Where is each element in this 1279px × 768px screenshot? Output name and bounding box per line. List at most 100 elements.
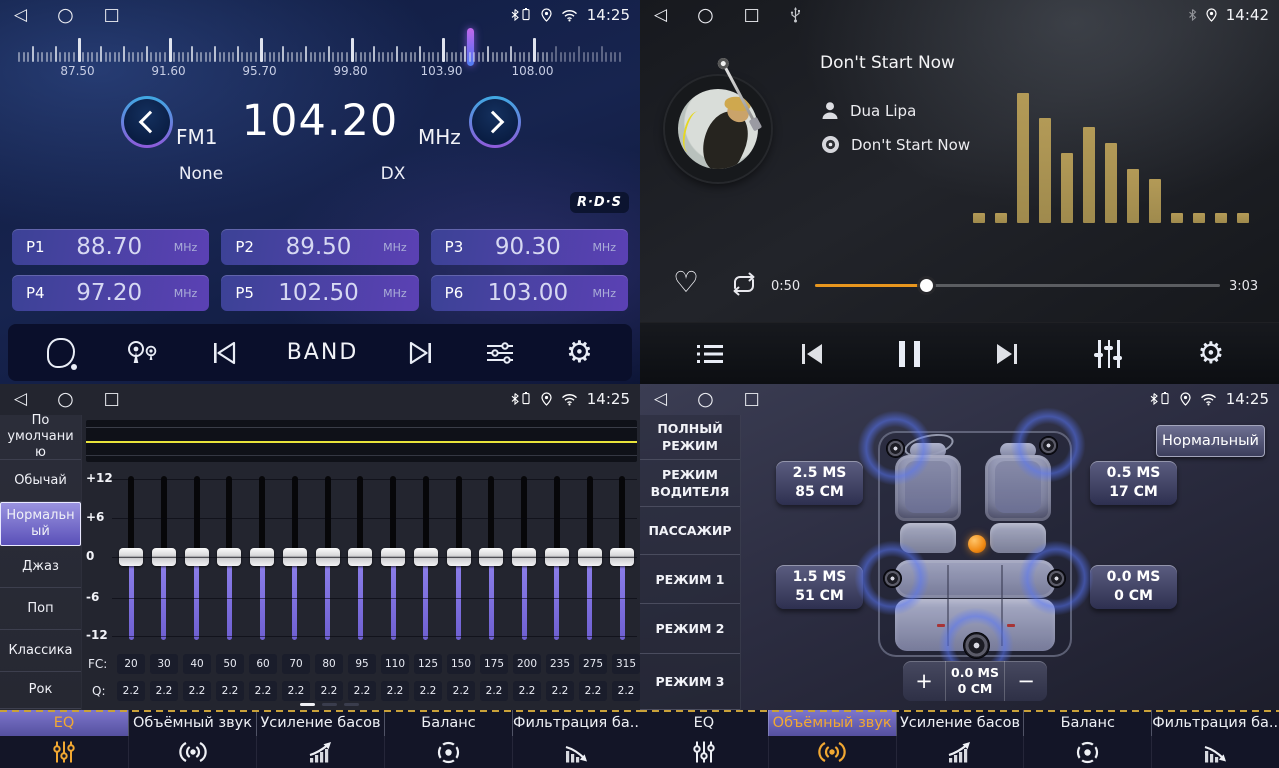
settings-gear-icon[interactable]: ⚙ xyxy=(566,338,593,368)
eq-band-slider[interactable] xyxy=(151,474,177,644)
tab-item[interactable]: Фильтрация ба... xyxy=(512,710,640,768)
tuner-dial[interactable] xyxy=(14,34,626,64)
q-value-chip[interactable]: 2.2 xyxy=(480,681,508,701)
eq-preset-item[interactable]: Джаз xyxy=(0,546,81,588)
eq-preset-item[interactable]: Рок xyxy=(0,672,81,709)
eq-band-slider[interactable] xyxy=(282,474,308,644)
fc-value-chip[interactable]: 70 xyxy=(282,654,310,674)
eq-band-slider[interactable] xyxy=(184,474,210,644)
preset-button[interactable]: P390.30MHz xyxy=(431,229,628,265)
tab-item[interactable]: Объёмный звук xyxy=(768,710,896,768)
listening-mode-item[interactable]: РЕЖИМ ВОДИТЕЛЯ xyxy=(640,460,740,507)
decrease-delay-button[interactable]: − xyxy=(1005,661,1047,701)
tab-item[interactable]: Объёмный звук xyxy=(128,710,256,768)
equalizer-button[interactable] xyxy=(1094,340,1124,368)
preset-button[interactable]: P5102.50MHz xyxy=(221,275,418,311)
listening-position-marker[interactable] xyxy=(968,535,986,553)
listening-mode-item[interactable]: РЕЖИМ 3 xyxy=(640,654,740,710)
recents-icon[interactable]: □ xyxy=(744,384,760,414)
fc-value-chip[interactable]: 80 xyxy=(315,654,343,674)
fc-value-chip[interactable]: 125 xyxy=(414,654,442,674)
tab-item[interactable]: Баланс xyxy=(1023,710,1151,768)
eq-band-slider[interactable] xyxy=(347,474,373,644)
eq-band-slider[interactable] xyxy=(478,474,504,644)
home-icon[interactable]: ○ xyxy=(697,384,714,414)
repeat-button[interactable] xyxy=(728,271,760,297)
pause-button[interactable] xyxy=(899,341,920,367)
fc-value-chip[interactable]: 150 xyxy=(447,654,475,674)
q-value-chip[interactable]: 2.2 xyxy=(447,681,475,701)
q-value-chip[interactable]: 2.2 xyxy=(249,681,277,701)
listening-mode-item[interactable]: РЕЖИМ 1 xyxy=(640,555,740,604)
front-left-delay-button[interactable]: 2.5 MS 85 CM xyxy=(776,461,863,505)
q-value-chip[interactable]: 2.2 xyxy=(381,681,409,701)
fc-value-chip[interactable]: 95 xyxy=(348,654,376,674)
home-icon[interactable]: ○ xyxy=(57,384,74,414)
eq-band-slider[interactable] xyxy=(609,474,635,644)
eq-preset-item[interactable]: Нормальный xyxy=(0,502,81,546)
tab-item[interactable]: Баланс xyxy=(384,710,512,768)
rear-left-delay-button[interactable]: 1.5 MS 51 CM xyxy=(776,565,863,609)
back-icon[interactable]: ◁ xyxy=(654,384,667,414)
listening-mode-item[interactable]: РЕЖИМ 2 xyxy=(640,604,740,654)
increase-delay-button[interactable]: + xyxy=(903,661,945,701)
listening-mode-item[interactable]: ПАССАЖИР xyxy=(640,507,740,555)
eq-preset-item[interactable]: По умолчанию xyxy=(0,415,81,460)
eq-band-slider[interactable] xyxy=(511,474,537,644)
tune-up-button[interactable] xyxy=(469,96,521,148)
fc-value-chip[interactable]: 200 xyxy=(513,654,541,674)
q-value-chip[interactable]: 2.2 xyxy=(612,681,640,701)
fc-value-chip[interactable]: 40 xyxy=(183,654,211,674)
playlist-button[interactable] xyxy=(695,342,725,366)
previous-track-button[interactable] xyxy=(798,341,826,367)
q-value-chip[interactable]: 2.2 xyxy=(216,681,244,701)
favorite-button[interactable]: ♡ xyxy=(673,268,699,297)
seek-bar[interactable] xyxy=(815,284,1220,287)
album-art[interactable] xyxy=(665,76,771,182)
eq-band-slider[interactable] xyxy=(380,474,406,644)
q-value-chip[interactable]: 2.2 xyxy=(150,681,178,701)
preset-button[interactable]: P6103.00MHz xyxy=(431,275,628,311)
eq-band-slider[interactable] xyxy=(249,474,275,644)
tab-item[interactable]: Фильтрация ба... xyxy=(1151,710,1279,768)
seek-previous-button[interactable] xyxy=(211,341,237,365)
fc-value-chip[interactable]: 20 xyxy=(117,654,145,674)
home-icon[interactable]: ○ xyxy=(697,0,714,30)
preset-button[interactable]: P497.20MHz xyxy=(12,275,209,311)
home-icon[interactable]: ○ xyxy=(57,0,74,30)
broadcast-button[interactable] xyxy=(125,339,161,367)
tab-item[interactable]: EQ xyxy=(0,710,128,768)
fc-value-chip[interactable]: 275 xyxy=(579,654,607,674)
tab-item[interactable]: Усиление басов xyxy=(256,710,384,768)
recents-icon[interactable]: □ xyxy=(104,0,120,30)
eq-band-slider[interactable] xyxy=(216,474,242,644)
rear-left-speaker-icon[interactable] xyxy=(883,569,902,588)
eq-band-slider[interactable] xyxy=(315,474,341,644)
subwoofer-icon[interactable] xyxy=(963,632,990,659)
preset-button[interactable]: P289.50MHz xyxy=(221,229,418,265)
audio-settings-button[interactable] xyxy=(484,340,516,366)
front-left-speaker-icon[interactable] xyxy=(886,439,905,458)
tab-item[interactable]: EQ xyxy=(640,710,768,768)
q-value-chip[interactable]: 2.2 xyxy=(579,681,607,701)
q-value-chip[interactable]: 2.2 xyxy=(117,681,145,701)
seek-next-button[interactable] xyxy=(408,341,434,365)
eq-preset-item[interactable]: Классика xyxy=(0,630,81,672)
eq-band-slider[interactable] xyxy=(544,474,570,644)
eq-band-slider[interactable] xyxy=(446,474,472,644)
q-value-chip[interactable]: 2.2 xyxy=(513,681,541,701)
eq-preset-item[interactable]: Поп xyxy=(0,588,81,630)
recents-icon[interactable]: □ xyxy=(744,0,760,30)
seek-bar-thumb[interactable] xyxy=(920,279,933,292)
next-track-button[interactable] xyxy=(993,341,1021,367)
settings-gear-icon[interactable]: ⚙ xyxy=(1197,339,1224,369)
recents-icon[interactable]: □ xyxy=(104,384,120,414)
listening-mode-item[interactable]: ПОЛНЫЙ РЕЖИМ xyxy=(640,415,740,460)
back-icon[interactable]: ◁ xyxy=(654,0,667,30)
fc-value-chip[interactable]: 50 xyxy=(216,654,244,674)
q-value-chip[interactable]: 2.2 xyxy=(315,681,343,701)
eq-band-slider[interactable] xyxy=(413,474,439,644)
fc-value-chip[interactable]: 110 xyxy=(381,654,409,674)
scan-button[interactable] xyxy=(47,338,75,368)
back-icon[interactable]: ◁ xyxy=(14,0,27,30)
